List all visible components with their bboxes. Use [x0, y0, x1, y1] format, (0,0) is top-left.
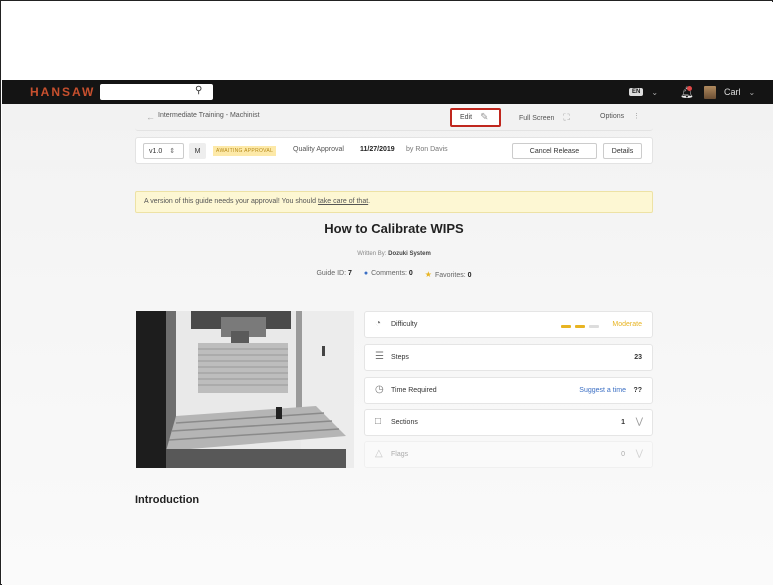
difficulty-value: Moderate [612, 321, 642, 328]
introduction-heading: Introduction [135, 494, 200, 506]
guide-id-value: 7 [347, 270, 352, 277]
version-select[interactable]: v1.0 ⇕ [143, 143, 184, 159]
favorites-link[interactable]: ★ Favorites: 0 [425, 270, 472, 279]
brand-logo[interactable]: HANSAW [30, 85, 95, 99]
guide-meta: Guide ID: 7 ● Comments: 0 ★ Favorites: 0 [135, 270, 653, 279]
comments-count: 0 [408, 270, 413, 277]
screen-frame: HANSAW ⚲ EN ⌄ 🔔︎ Carl ⌄ ← Intermediate T… [0, 0, 773, 585]
top-whitespace [2, 2, 773, 80]
full-screen-button[interactable]: Full Screen ⛶ [519, 112, 570, 123]
back-arrow-icon[interactable]: ← [146, 112, 155, 122]
bookmark-icon: □ [375, 416, 382, 427]
steps-count: 23 [634, 354, 642, 361]
user-name: Carl [724, 87, 741, 97]
star-icon: ★ [424, 270, 432, 279]
author-name[interactable]: Dozuki System [388, 251, 431, 257]
edit-icon: ✎ [480, 112, 489, 123]
sections-label: Sections [391, 419, 418, 426]
notice-text: A version of this guide needs your appro… [144, 198, 318, 205]
search-icon[interactable]: ⚲ [195, 85, 202, 96]
page-title: How to Calibrate WIPS [324, 221, 464, 236]
difficulty-row: ◔ Difficulty Moderate [364, 311, 653, 338]
guide-nav-row: ← Intermediate Training - Machinist Edit… [135, 104, 653, 131]
comment-icon: ● [363, 270, 369, 277]
updown-icon: ⇕ [169, 148, 176, 155]
guide-page: ← Intermediate Training - Machinist Edit… [2, 104, 773, 585]
difficulty-bar-1 [561, 325, 571, 328]
notifications-button[interactable]: 🔔︎ [680, 80, 694, 104]
full-screen-label: Full Screen [519, 115, 555, 122]
notification-dot [687, 86, 692, 91]
approval-notice: A version of this guide needs your appro… [135, 191, 653, 213]
approval-stage: Quality Approval [293, 146, 344, 153]
notice-link[interactable]: take care of that [318, 198, 368, 205]
sections-row[interactable]: □ Sections 1 ⋁ [364, 409, 653, 436]
comments-label: Comments: [371, 270, 409, 277]
steps-label: Steps [391, 354, 409, 361]
notice-end: . [368, 198, 371, 205]
difficulty-bar-2 [575, 325, 585, 328]
time-label: Time Required [391, 387, 437, 394]
flags-count: 0 [621, 451, 625, 458]
language-selector[interactable]: EN ⌄ [629, 80, 658, 104]
guide-id: Guide ID: 7 [316, 270, 351, 279]
cancel-release-button[interactable]: Cancel Release [512, 143, 597, 159]
guide-id-label: Guide ID: [316, 270, 348, 277]
favorites-count: 0 [467, 272, 472, 279]
edit-label: Edit [460, 114, 473, 121]
flags-row[interactable]: △ Flags 0 ⋁ [364, 441, 653, 468]
options-button[interactable]: Options ⋮ [600, 112, 640, 120]
release-author: by Ron Davis [406, 146, 448, 153]
avatar [704, 85, 716, 99]
breadcrumb[interactable]: Intermediate Training - Machinist [158, 112, 260, 119]
guide-main-image[interactable] [136, 311, 354, 468]
comments-link[interactable]: ● Comments: 0 [364, 270, 413, 279]
gauge-icon: ◔ [375, 318, 382, 329]
release-bar: v1.0 ⇕ M AWAITING APPROVAL Quality Appro… [135, 137, 653, 164]
time-value: ?? [633, 387, 642, 394]
expand-icon: ⛶ [563, 112, 570, 122]
chevron-down-icon: ⌄ [651, 87, 659, 97]
mode-badge: M [189, 143, 206, 159]
written-label: Written By: [357, 251, 389, 257]
difficulty-label: Difficulty [391, 321, 418, 328]
release-date: 11/27/2019 [360, 146, 395, 153]
warning-icon: △ [375, 448, 383, 459]
details-button[interactable]: Details [603, 143, 642, 159]
expand-chevron-icon[interactable]: ⋁ [636, 416, 643, 427]
search-input[interactable]: ⚲ [100, 84, 213, 100]
status-badge: AWAITING APPROVAL [213, 146, 277, 156]
difficulty-bar-3 [589, 325, 599, 328]
flags-label: Flags [391, 451, 409, 458]
sections-count: 1 [621, 419, 625, 426]
steps-row: ☰ Steps 23 [364, 344, 653, 371]
options-label: Options [600, 113, 625, 120]
favorites-label: Favorites: [434, 272, 468, 279]
more-vertical-icon: ⋮ [633, 113, 641, 120]
version-value: v1.0 [149, 147, 163, 155]
clock-icon: ◷ [375, 384, 384, 395]
language-badge: EN [629, 88, 644, 96]
suggest-time-link[interactable]: Suggest a time [579, 387, 626, 394]
edit-button[interactable]: Edit ✎ [450, 108, 501, 127]
list-icon: ☰ [375, 351, 384, 362]
expand-chevron-icon[interactable]: ⋁ [636, 448, 643, 459]
user-menu[interactable]: Carl ⌄ [704, 80, 755, 104]
chevron-down-icon: ⌄ [748, 87, 756, 97]
top-nav-bar: HANSAW ⚲ EN ⌄ 🔔︎ Carl ⌄ [2, 80, 773, 104]
author-line: Written By: Dozuki System [135, 251, 653, 257]
time-row: ◷ Time Required Suggest a time ?? [364, 377, 653, 404]
